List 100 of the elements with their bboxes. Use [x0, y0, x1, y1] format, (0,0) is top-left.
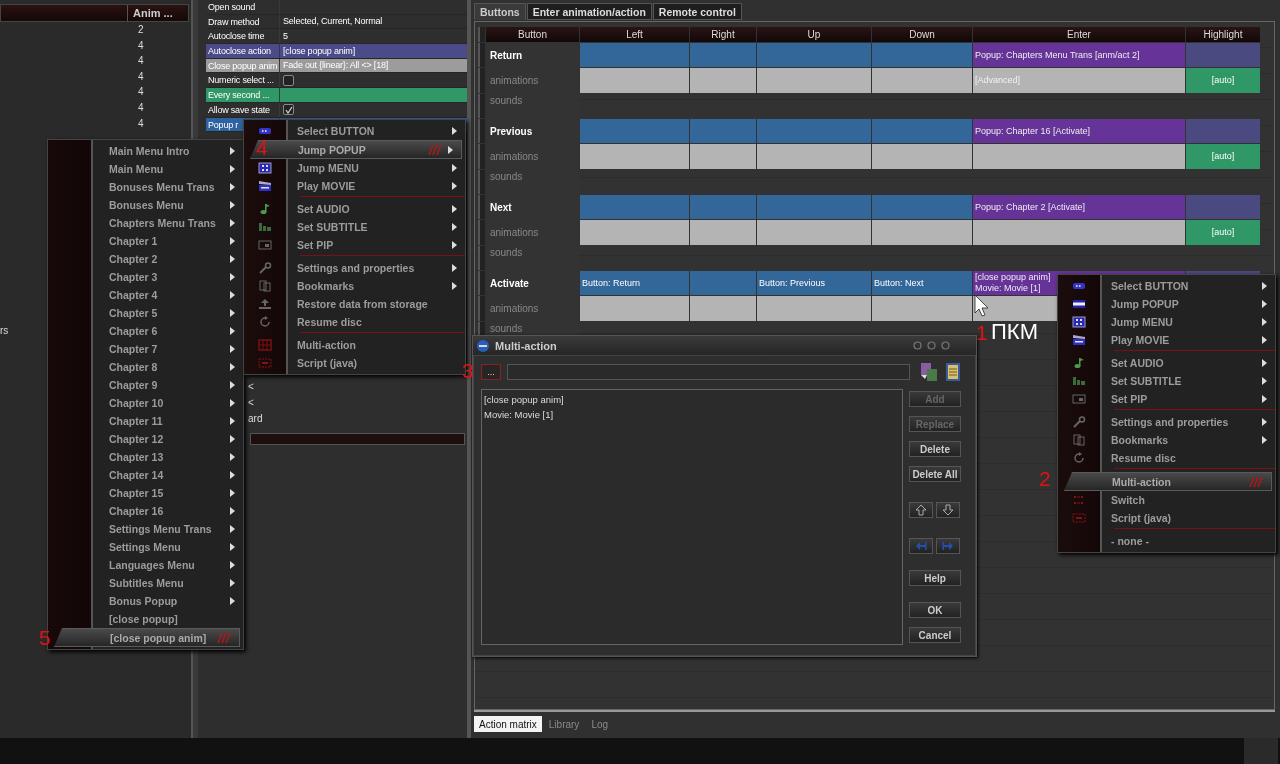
property-row[interactable]: Open sound — [206, 0, 467, 15]
menu-item[interactable]: Chapter 9 — [48, 376, 243, 394]
menu-item[interactable]: Switch — [1058, 491, 1275, 509]
menu-item[interactable]: Chapter 10 — [48, 394, 243, 412]
column-header[interactable]: Right — [690, 27, 756, 42]
checkbox[interactable] — [283, 74, 294, 86]
dialog-button[interactable]: Help — [909, 570, 961, 586]
menu-item[interactable]: Chapter 13 — [48, 448, 243, 466]
tab[interactable]: Log — [586, 716, 614, 732]
table-cell[interactable] — [872, 68, 972, 93]
menu-item[interactable]: Chapter 12 — [48, 430, 243, 448]
table-cell[interactable]: Button: Previous — [757, 270, 871, 296]
dialog-button[interactable]: Delete All — [909, 466, 961, 482]
menu-item[interactable]: Jump POPUP — [1058, 295, 1275, 313]
notepad-icon[interactable] — [945, 362, 961, 382]
tab[interactable]: Remote control — [652, 3, 742, 20]
tab[interactable]: Action matrix — [474, 716, 542, 732]
table-cell[interactable] — [690, 194, 756, 220]
column-header[interactable]: Anim ... — [127, 5, 188, 21]
table-cell[interactable] — [757, 43, 871, 68]
menu-item[interactable]: Main Menu — [48, 160, 243, 178]
table-cell[interactable] — [757, 194, 871, 220]
menu-item[interactable]: Settings Menu — [48, 538, 243, 556]
list-item[interactable]: Movie: Movie [1] — [484, 408, 900, 423]
menu-item[interactable]: Chapter 15 — [48, 484, 243, 502]
menu-item[interactable]: Set SUBTITLE — [1058, 372, 1275, 390]
table-cell[interactable] — [872, 296, 972, 321]
table-cell[interactable] — [690, 144, 756, 169]
table-cell[interactable] — [580, 144, 689, 169]
browse-button[interactable]: ... — [481, 364, 501, 380]
dialog-button[interactable]: Delete — [909, 441, 961, 457]
menu-item[interactable]: Set AUDIO — [1058, 354, 1275, 372]
menu-item[interactable]: Chapter 1 — [48, 232, 243, 250]
menu-item[interactable]: Chapter 5 — [48, 304, 243, 322]
right-arrow-button[interactable] — [936, 538, 960, 554]
menu-item[interactable]: Set PIP — [1058, 390, 1275, 408]
input-field[interactable] — [507, 364, 910, 380]
table-cell[interactable] — [1186, 119, 1260, 144]
column-header[interactable]: Left — [580, 27, 689, 42]
column-header[interactable]: Button — [486, 27, 579, 42]
table-cell[interactable] — [757, 144, 871, 169]
menu-item[interactable]: Multi-action — [244, 336, 465, 354]
dialog-button[interactable]: Cancel — [909, 627, 961, 643]
move-down-button[interactable] — [936, 502, 960, 518]
table-cell[interactable] — [690, 68, 756, 93]
table-cell[interactable] — [872, 220, 972, 245]
table-cell[interactable] — [757, 119, 871, 144]
table-cell[interactable]: Popup: Chapters Menu Trans [anm/act 2] — [973, 43, 1185, 68]
menu-item[interactable]: Main Menu Intro — [48, 142, 243, 160]
menu-item[interactable]: Set PIP — [244, 236, 465, 254]
menu-item[interactable]: Chapter 4 — [48, 286, 243, 304]
menu-item[interactable]: Chapter 8 — [48, 358, 243, 376]
menu-item[interactable]: Languages Menu — [48, 556, 243, 574]
menu-item[interactable]: Chapter 16 — [48, 502, 243, 520]
table-cell[interactable] — [580, 194, 689, 220]
table-cell[interactable] — [690, 119, 756, 144]
table-cell[interactable]: Button: Return — [580, 270, 689, 296]
table-cell[interactable] — [690, 296, 756, 321]
property-row[interactable]: Autoclose action [close popup anim] — [206, 44, 467, 59]
menu-item[interactable]: Bonuses Menu Trans — [48, 178, 243, 196]
menu-item[interactable]: Chapter 2 — [48, 250, 243, 268]
table-cell[interactable]: Popup: Chapter 16 [Activate] — [973, 119, 1185, 144]
table-cell[interactable] — [690, 270, 756, 296]
copy-pages-icon[interactable] — [919, 362, 939, 382]
table-cell[interactable]: Popup: Chapter 2 [Activate] — [973, 194, 1185, 220]
menu-item[interactable]: Set AUDIO — [244, 200, 465, 218]
menu-item[interactable]: Multi-action — [1064, 472, 1272, 491]
menu-item[interactable]: Chapter 6 — [48, 322, 243, 340]
menu-item[interactable]: - none - — [1058, 532, 1275, 550]
menu-item[interactable]: Settings and properties — [1058, 413, 1275, 431]
table-cell[interactable]: [auto] — [1186, 68, 1260, 93]
menu-item[interactable]: Chapter 7 — [48, 340, 243, 358]
property-row[interactable]: Allow save state — [206, 102, 467, 118]
table-cell[interactable] — [872, 194, 972, 220]
tab[interactable]: Buttons — [474, 3, 526, 20]
table-cell[interactable] — [973, 144, 1185, 169]
table-cell[interactable] — [580, 43, 689, 68]
menu-item[interactable]: Restore data from storage — [244, 295, 465, 313]
tab[interactable]: Library — [543, 716, 585, 732]
menu-item[interactable]: Chapters Menu Trans — [48, 214, 243, 232]
table-cell[interactable] — [872, 43, 972, 68]
menu-item[interactable]: Script (java) — [1058, 509, 1275, 527]
menu-item[interactable]: Bonuses Menu — [48, 196, 243, 214]
menu-item[interactable]: Resume disc — [1058, 449, 1275, 467]
table-cell[interactable]: [auto] — [1186, 144, 1260, 169]
menu-item[interactable]: Resume disc — [244, 313, 465, 331]
table-cell[interactable] — [690, 220, 756, 245]
tab[interactable]: Enter animation/action — [526, 3, 652, 20]
list-item[interactable]: [close popup anim] — [484, 393, 900, 408]
table-cell[interactable] — [757, 68, 871, 93]
menu-item[interactable]: Chapter 3 — [48, 268, 243, 286]
input-field[interactable] — [250, 433, 465, 446]
table-cell[interactable] — [580, 68, 689, 93]
menu-item[interactable]: Jump MENU — [244, 159, 465, 177]
table-cell[interactable] — [872, 144, 972, 169]
menu-item[interactable]: Chapter 14 — [48, 466, 243, 484]
menu-item[interactable]: Play MOVIE — [1058, 331, 1275, 349]
menu-item[interactable]: Play MOVIE — [244, 177, 465, 195]
table-cell[interactable] — [1186, 194, 1260, 220]
menu-item[interactable]: Settings and properties — [244, 259, 465, 277]
